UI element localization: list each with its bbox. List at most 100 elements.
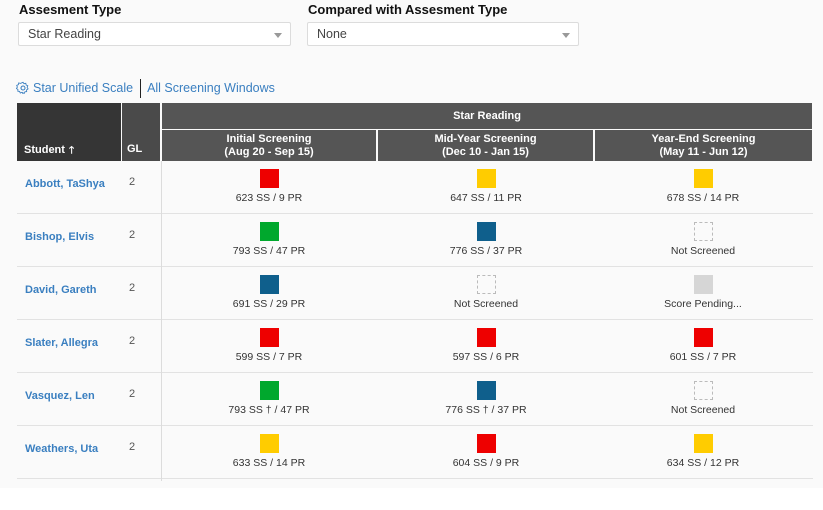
- benchmark-indicator-blue: [476, 222, 496, 241]
- compared-with-select[interactable]: None: [307, 22, 579, 46]
- benchmark-indicator-red: [259, 169, 279, 188]
- score-cell[interactable]: 793 SS † / 47 PR: [209, 373, 329, 425]
- score-text: 647 SS / 11 PR: [450, 192, 522, 204]
- window-name: Year-End Screening: [651, 133, 756, 145]
- column-header-gl: GL: [122, 103, 160, 161]
- score-text: 793 SS / 47 PR: [232, 245, 306, 257]
- gl-header-label: GL: [127, 143, 143, 155]
- column-header-student[interactable]: Student 🡑: [17, 103, 121, 161]
- student-name-link[interactable]: Bishop, Elvis: [25, 231, 94, 243]
- view-links: Star Unified Scale All Screening Windows: [16, 78, 275, 98]
- score-text: Not Screened: [670, 404, 736, 416]
- table-row: Bishop, Elvis 2 793 SS / 47 PR 776 SS / 37 …: [17, 214, 813, 267]
- score-cell[interactable]: 601 SS / 7 PR: [643, 320, 763, 372]
- table-row: Vasquez, Len 2 793 SS † / 47 PR 776 SS † / …: [17, 373, 813, 426]
- score-text: Not Screened: [670, 245, 736, 257]
- window-name: Initial Screening: [226, 133, 312, 145]
- score-text: 691 SS / 29 PR: [232, 298, 306, 310]
- chevron-down-icon: [562, 33, 570, 38]
- star-unified-scale-link[interactable]: Star Unified Scale: [33, 81, 133, 95]
- score-text: Not Screened: [453, 298, 519, 310]
- score-cell[interactable]: 691 SS / 29 PR: [209, 267, 329, 319]
- score-cell[interactable]: 599 SS / 7 PR: [209, 320, 329, 372]
- score-text: 597 SS / 6 PR: [452, 351, 520, 363]
- table-row: Slater, Allegra 2 599 SS / 7 PR 597 SS / 6 …: [17, 320, 813, 373]
- score-cell[interactable]: 597 SS / 6 PR: [426, 320, 546, 372]
- table-row: David, Gareth 2 691 SS / 29 PR Not Screened…: [17, 267, 813, 320]
- grade-level: 2: [129, 388, 136, 400]
- window-dates: (May 11 - Jun 12): [659, 146, 748, 158]
- column-header-year-end-screening: Year-End Screening (May 11 - Jun 12): [595, 130, 812, 161]
- grade-level: 2: [129, 282, 136, 294]
- column-divider: [161, 161, 162, 481]
- window-name: Mid-Year Screening: [434, 133, 537, 145]
- pending-indicator: [693, 275, 713, 294]
- student-name-link[interactable]: Vasquez, Len: [25, 390, 95, 402]
- score-cell[interactable]: Score Pending...: [643, 267, 763, 319]
- score-text: 604 SS / 9 PR: [452, 457, 520, 469]
- window-dates: (Aug 20 - Sep 15): [224, 146, 314, 158]
- table-row: Weathers, Uta 2 633 SS / 14 PR 604 SS / 9 P…: [17, 426, 813, 479]
- divider: [140, 78, 142, 98]
- student-name-link[interactable]: Abbott, TaShya: [25, 178, 105, 190]
- benchmark-indicator-blue: [259, 275, 279, 294]
- compared-with-value: None: [317, 27, 347, 41]
- assessment-type-label: Assesment Type: [19, 2, 122, 17]
- student-name-link[interactable]: Slater, Allegra: [25, 337, 98, 349]
- score-cell[interactable]: 647 SS / 11 PR: [426, 161, 546, 213]
- grade-level: 2: [129, 441, 136, 453]
- score-text: 776 SS / 37 PR: [449, 245, 523, 257]
- score-cell[interactable]: 776 SS † / 37 PR: [426, 373, 546, 425]
- score-cell[interactable]: 776 SS / 37 PR: [426, 214, 546, 266]
- benchmark-indicator-yellow: [693, 434, 713, 453]
- benchmark-indicator-green: [259, 381, 279, 400]
- benchmark-indicator-red: [476, 328, 496, 347]
- gear-icon[interactable]: [16, 81, 30, 95]
- score-cell[interactable]: 604 SS / 9 PR: [426, 426, 546, 478]
- assessment-type-value: Star Reading: [28, 27, 101, 41]
- benchmark-indicator-yellow: [476, 169, 496, 188]
- score-cell[interactable]: 678 SS / 14 PR: [643, 161, 763, 213]
- benchmark-indicator-red: [476, 434, 496, 453]
- benchmark-indicator-yellow: [259, 434, 279, 453]
- student-name-link[interactable]: David, Gareth: [25, 284, 97, 296]
- score-text: 634 SS / 12 PR: [666, 457, 740, 469]
- page: Assesment Type Star Reading Compared wit…: [0, 0, 823, 488]
- all-screening-windows-link[interactable]: All Screening Windows: [147, 81, 275, 95]
- benchmark-indicator-red: [259, 328, 279, 347]
- score-text: 793 SS † / 47 PR: [228, 404, 310, 416]
- score-cell[interactable]: 793 SS / 47 PR: [209, 214, 329, 266]
- student-name-link[interactable]: Weathers, Uta: [25, 443, 98, 455]
- score-text: Score Pending...: [664, 298, 742, 310]
- score-text: 601 SS / 7 PR: [669, 351, 737, 363]
- score-text: 776 SS † / 37 PR: [445, 404, 527, 416]
- benchmark-indicator-blue: [476, 381, 496, 400]
- score-text: 633 SS / 14 PR: [232, 457, 306, 469]
- compared-with-label: Compared with Assesment Type: [308, 2, 508, 17]
- benchmark-indicator-yellow: [693, 169, 713, 188]
- grade-level: 2: [129, 176, 136, 188]
- score-cell[interactable]: 623 SS / 9 PR: [209, 161, 329, 213]
- score-cell[interactable]: Not Screened: [426, 267, 546, 319]
- column-header-mid-year-screening: Mid-Year Screening (Dec 10 - Jan 15): [378, 130, 593, 161]
- benchmark-indicator-green: [259, 222, 279, 241]
- grade-level: 2: [129, 229, 136, 241]
- column-header-initial-screening: Initial Screening (Aug 20 - Sep 15): [162, 130, 376, 161]
- chevron-down-icon: [274, 33, 282, 38]
- grade-level: 2: [129, 335, 136, 347]
- score-cell[interactable]: 634 SS / 12 PR: [643, 426, 763, 478]
- column-group-header: Star Reading: [162, 103, 812, 129]
- score-cell[interactable]: 633 SS / 14 PR: [209, 426, 329, 478]
- score-text: 599 SS / 7 PR: [235, 351, 303, 363]
- score-text: 678 SS / 14 PR: [666, 192, 740, 204]
- arrow-up-icon: 🡑: [68, 145, 75, 156]
- score-text: 623 SS / 9 PR: [235, 192, 303, 204]
- score-cell[interactable]: Not Screened: [643, 373, 763, 425]
- assessment-type-select[interactable]: Star Reading: [18, 22, 291, 46]
- student-header-label: Student: [24, 144, 65, 156]
- not-screened-indicator: [476, 275, 496, 294]
- window-dates: (Dec 10 - Jan 15): [442, 146, 529, 158]
- not-screened-indicator: [693, 222, 713, 241]
- not-screened-indicator: [693, 381, 713, 400]
- score-cell[interactable]: Not Screened: [643, 214, 763, 266]
